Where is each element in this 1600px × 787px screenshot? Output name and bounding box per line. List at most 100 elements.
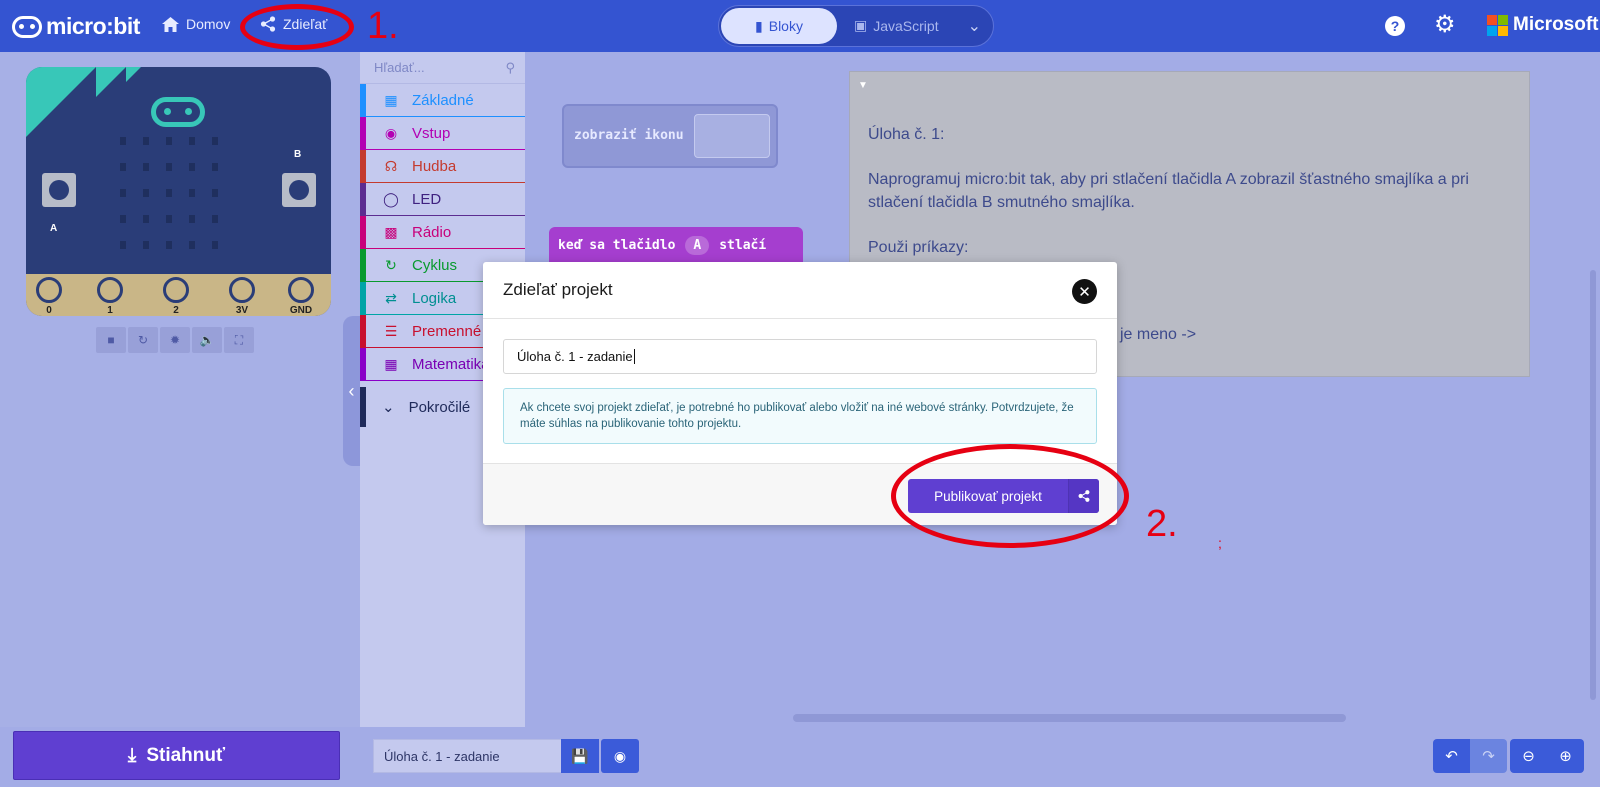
dialog-title: Zdieľať projekt xyxy=(503,280,613,299)
microbit-logo-icon xyxy=(12,15,42,38)
led-matrix xyxy=(120,137,218,249)
on-button-suffix: stlačí xyxy=(719,237,767,253)
on-button-prefix: keď sa tlačidlo xyxy=(558,237,676,253)
collapse-simulator-button[interactable]: ‹ xyxy=(343,316,360,466)
on-button-pressed-block[interactable]: keď sa tlačidlo A stlačí xyxy=(549,227,803,263)
sim-button-a[interactable] xyxy=(42,173,76,207)
button-b-label: B xyxy=(294,149,302,160)
project-name-input[interactable]: Úloha č. 1 - zadanie xyxy=(373,739,562,773)
home-label: Domov xyxy=(186,16,231,32)
restart-icon[interactable]: ↻ xyxy=(128,327,158,353)
redo-icon[interactable]: ↷ xyxy=(1470,739,1507,773)
zoom-out-icon[interactable]: ⊖ xyxy=(1510,739,1547,773)
pin-3v[interactable]: 3V xyxy=(227,277,257,316)
category-label: Matematika xyxy=(412,355,490,373)
vertical-scrollbar[interactable] xyxy=(1590,270,1596,700)
annotation-stray-mark: ; xyxy=(1218,535,1222,551)
annotation-step-1: 1. xyxy=(367,5,399,47)
board-logo-icon[interactable] xyxy=(151,97,205,127)
microsoft-label: Microsoft xyxy=(1513,14,1599,35)
category-music[interactable]: ☊ Hudba xyxy=(360,150,525,183)
simulator-controls: ■ ↻ ✹ 🔈 ⛶ xyxy=(96,327,254,353)
show-icon-block[interactable]: zobraziť ikonu xyxy=(562,104,778,168)
annotation-circle-publish xyxy=(891,444,1129,548)
category-label: Hudba xyxy=(412,157,457,175)
search-icon[interactable]: ⚲ xyxy=(505,60,515,76)
refresh-icon: ↻ xyxy=(385,256,397,273)
toolbox-search[interactable]: Hľadať... ⚲ xyxy=(360,52,525,84)
undo-icon[interactable]: ↶ xyxy=(1433,739,1470,773)
text-caret xyxy=(633,349,635,364)
category-label: Cyklus xyxy=(412,256,458,274)
category-label: Premenné xyxy=(412,322,482,340)
debug-icon[interactable]: ✹ xyxy=(160,327,190,353)
category-basic[interactable]: ▦ Základné xyxy=(360,84,525,117)
project-name-field[interactable]: Úloha č. 1 - zadanie xyxy=(503,339,1097,374)
pin-1[interactable]: 1 xyxy=(95,277,125,316)
editor-toggle: ▮ Bloky ▣ JavaScript ⌄ xyxy=(718,5,994,47)
search-input[interactable]: Hľadať... xyxy=(374,60,425,75)
annotation-circle-share xyxy=(240,4,354,50)
zoom-group: ⊖ ⊕ xyxy=(1510,739,1584,773)
home-icon xyxy=(162,16,179,32)
help-icon[interactable]: ? xyxy=(1385,16,1405,36)
sim-button-b[interactable] xyxy=(282,173,316,207)
annotation-step-2: 2. xyxy=(1146,503,1178,545)
fullscreen-icon[interactable]: ⛶ xyxy=(224,327,254,353)
microsoft-logo[interactable]: Microsoft xyxy=(1487,14,1599,36)
pin-0[interactable]: 0 xyxy=(34,277,64,316)
board-notch xyxy=(96,67,126,97)
pin-gnd[interactable]: GND xyxy=(286,277,316,316)
toggle-icon: ◯ xyxy=(383,190,399,207)
headphones-icon: ☊ xyxy=(384,157,398,174)
comment-text-fragment: je meno -> xyxy=(1120,326,1197,343)
pin-edge: 0 1 2 3V GND xyxy=(26,274,331,316)
undo-redo-group: ↶ ↷ xyxy=(1433,739,1507,773)
download-icon: ⤓ xyxy=(127,744,137,766)
board-corner xyxy=(26,67,96,137)
close-icon[interactable]: ✕ xyxy=(1072,279,1097,304)
lines-icon: ☰ xyxy=(384,322,398,339)
button-a-label: A xyxy=(50,223,58,234)
target-icon: ◉ xyxy=(384,124,398,141)
category-label: LED xyxy=(412,190,442,208)
blocks-tab-label: Bloky xyxy=(768,18,803,34)
category-label: Rádio xyxy=(412,223,452,241)
horizontal-scrollbar[interactable] xyxy=(793,714,1346,722)
grid-icon: ▦ xyxy=(384,91,398,108)
category-label: Základné xyxy=(412,91,474,109)
project-name-value: Úloha č. 1 - zadanie xyxy=(517,349,633,364)
microbit-simulator[interactable]: A B 0 1 2 3V GND xyxy=(26,67,331,316)
chevron-down-icon[interactable]: ⌄ xyxy=(968,16,981,36)
divider xyxy=(483,318,1117,319)
stop-icon[interactable]: ■ xyxy=(96,327,126,353)
download-button[interactable]: ⤓ Stiahnuť xyxy=(13,731,340,780)
microbit-logo[interactable]: micro:bit xyxy=(12,13,140,40)
category-input[interactable]: ◉ Vstup xyxy=(360,117,525,150)
javascript-tab[interactable]: ▣ JavaScript xyxy=(854,17,939,34)
collapse-comment-icon[interactable]: ▼ xyxy=(858,80,868,91)
javascript-tab-label: JavaScript xyxy=(873,17,939,34)
chevron-left-icon: ‹ xyxy=(348,380,355,401)
zoom-in-icon[interactable]: ⊕ xyxy=(1547,739,1584,773)
gear-icon[interactable]: ⚙ xyxy=(1434,13,1456,37)
calculator-icon: ▦ xyxy=(384,355,398,372)
show-icon-block-label: zobraziť ikonu xyxy=(574,128,684,143)
icon-picker[interactable] xyxy=(694,114,770,158)
board-notch xyxy=(126,67,141,82)
blocks-tab[interactable]: ▮ Bloky xyxy=(721,8,837,44)
save-icon[interactable]: 💾 xyxy=(561,739,599,773)
puzzle-icon: ▮ xyxy=(755,17,763,34)
home-button[interactable]: Domov xyxy=(162,16,230,32)
github-icon[interactable]: ◉ xyxy=(601,739,639,773)
category-label: Pokročilé xyxy=(408,398,471,416)
category-radio[interactable]: ▩ Rádio xyxy=(360,216,525,249)
comment-text[interactable]: Úloha č. 1: Naprogramuj micro:bit tak, a… xyxy=(868,124,1509,259)
logo-text: micro:bit xyxy=(46,13,140,39)
publish-info-alert: Ak chcete svoj projekt zdieľať, je potre… xyxy=(503,388,1097,444)
pin-2[interactable]: 2 xyxy=(161,277,191,316)
category-led[interactable]: ◯ LED xyxy=(360,183,525,216)
chevron-down-icon: ⌄ xyxy=(382,399,395,416)
sound-icon[interactable]: 🔈 xyxy=(192,327,222,353)
button-dropdown[interactable]: A xyxy=(685,235,710,255)
